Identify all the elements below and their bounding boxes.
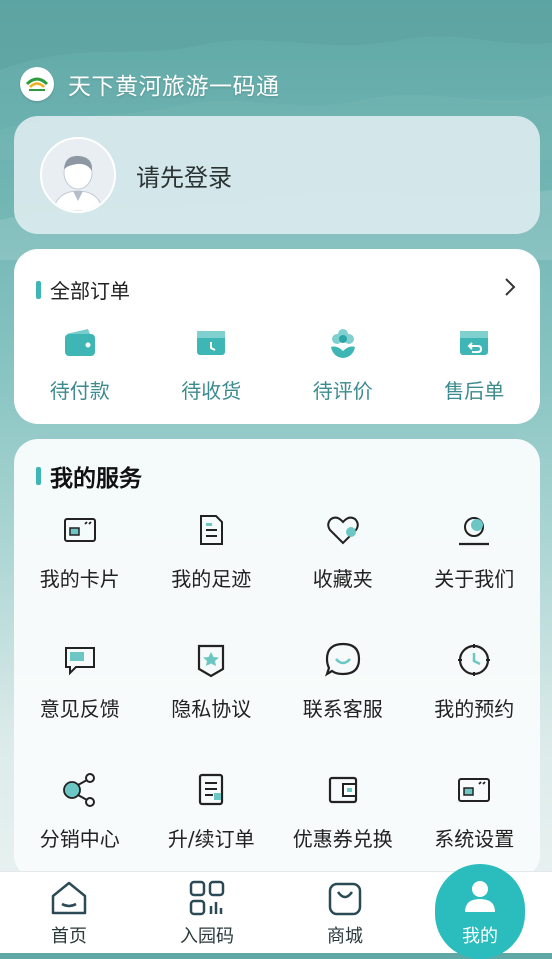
bottom-tab-bar: 首页 入园码 商城 我的	[0, 864, 552, 959]
service-label: 收藏夹	[312, 567, 373, 591]
services-header: 我的服务	[36, 459, 142, 493]
service-label: 隐私协议	[171, 697, 252, 721]
shield-icon	[198, 644, 225, 678]
order-list-icon	[199, 773, 224, 806]
tab-label: 入园码	[180, 926, 234, 947]
order-pending-receipt[interactable]: 待收货	[146, 325, 278, 404]
services-title: 我的服务	[50, 466, 142, 492]
service-contact[interactable]: 联系客服	[277, 641, 409, 771]
order-label: 售后单	[444, 379, 505, 403]
tab-mine[interactable]: 我的	[414, 864, 552, 959]
orders-card: 全部订单 待付款 待收货 待评价 售后单	[14, 249, 540, 424]
service-my-cards[interactable]: 我的卡片	[14, 511, 146, 641]
order-after-sale[interactable]: 售后单	[409, 325, 541, 404]
service-label: 我的卡片	[39, 567, 120, 591]
settings-card-icon	[458, 778, 491, 802]
service-privacy[interactable]: 隐私协议	[146, 641, 278, 771]
user-icon	[465, 881, 495, 912]
yellow-river-logo	[20, 67, 54, 101]
return-box-icon	[460, 331, 489, 355]
service-label: 联系客服	[302, 697, 383, 721]
order-pending-review[interactable]: 待评价	[277, 325, 409, 404]
service-my-footprints[interactable]: 我的足迹	[146, 511, 278, 641]
home-icon	[51, 881, 87, 915]
app-header: 天下黄河旅游一码通	[20, 66, 280, 102]
order-label: 待收货	[181, 379, 242, 403]
about-icon	[459, 517, 490, 546]
share-icon	[62, 773, 95, 807]
chevron-right-icon[interactable]	[502, 277, 518, 297]
qr-grid-icon	[189, 880, 225, 916]
order-label: 待付款	[49, 379, 110, 403]
section-accent-bar	[36, 467, 41, 485]
service-label: 意见反馈	[39, 697, 120, 721]
tab-entry-code[interactable]: 入园码	[138, 872, 276, 953]
heart-icon	[327, 516, 359, 545]
tab-label: 商城	[327, 926, 363, 947]
service-feedback[interactable]: 意见反馈	[14, 641, 146, 771]
wallet-icon	[64, 329, 95, 356]
shopping-bag-icon	[328, 882, 362, 916]
tab-label: 我的	[462, 926, 498, 947]
service-label: 分销中心	[39, 827, 120, 851]
avatar[interactable]	[40, 137, 116, 213]
service-about-us[interactable]: 关于我们	[409, 511, 541, 641]
service-label: 我的足迹	[171, 567, 252, 591]
box-clock-icon	[197, 331, 226, 355]
order-label: 待评价	[312, 379, 373, 403]
service-label: 优惠券兑换	[292, 827, 393, 851]
login-card[interactable]: 请先登录	[14, 116, 540, 234]
service-label: 升/续订单	[167, 827, 255, 851]
service-reservations[interactable]: 我的预约	[409, 641, 541, 771]
section-accent-bar	[36, 280, 41, 299]
tab-home[interactable]: 首页	[0, 872, 138, 953]
app-title: 天下黄河旅游一码通	[68, 74, 280, 100]
document-icon	[200, 515, 224, 545]
chat-icon	[324, 642, 360, 677]
card-icon	[63, 518, 96, 542]
service-favorites[interactable]: 收藏夹	[277, 511, 409, 641]
service-label: 关于我们	[434, 567, 515, 591]
service-label: 系统设置	[434, 827, 515, 851]
default-avatar-icon	[52, 155, 104, 211]
clock-icon	[458, 644, 491, 676]
login-prompt[interactable]: 请先登录	[136, 158, 232, 193]
services-card: 我的服务 我的卡片 我的足迹 收藏夹 关于我们 意见反馈 隐私协议 联系客服 我…	[14, 439, 540, 879]
active-tab-bubble[interactable]: 我的	[435, 864, 525, 959]
tab-mall[interactable]: 商城	[276, 872, 414, 953]
tab-label: 首页	[51, 926, 87, 947]
orders-title[interactable]: 全部订单	[50, 275, 130, 304]
service-label: 我的预约	[434, 697, 515, 721]
flower-icon	[330, 329, 355, 358]
feedback-icon	[64, 647, 95, 676]
order-pending-payment[interactable]: 待付款	[14, 325, 146, 404]
orders-header[interactable]: 全部订单	[36, 275, 130, 304]
wallet-coupon-icon	[328, 776, 357, 804]
